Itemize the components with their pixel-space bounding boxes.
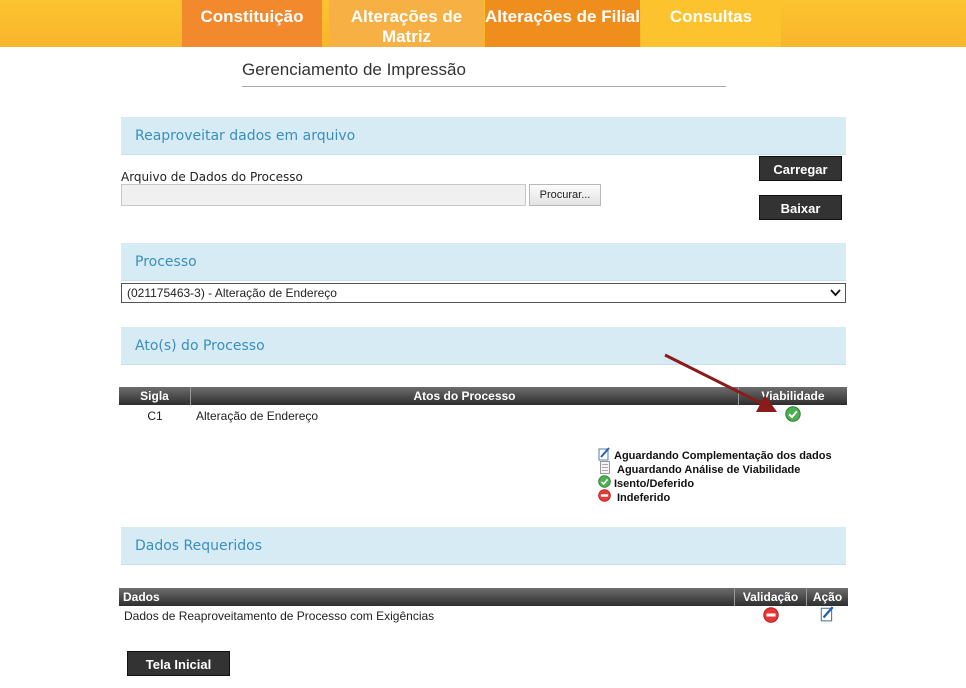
chevron-down-icon xyxy=(830,289,841,297)
minus-circle-icon xyxy=(598,489,611,502)
download-button[interactable]: Baixar xyxy=(759,195,842,220)
file-path-input[interactable] xyxy=(121,184,526,206)
minus-circle-icon xyxy=(763,607,779,623)
act-name: Alteração de Endereço xyxy=(196,409,319,423)
legend-label-indeferido: Indeferido xyxy=(617,492,671,504)
home-button[interactable]: Tela Inicial xyxy=(127,651,230,676)
legend-label-complementacao: Aguardando Complementação dos dados xyxy=(614,450,832,462)
browse-button[interactable]: Procurar... xyxy=(529,184,601,206)
tab-alteracoes-filial[interactable]: Alterações de Filial xyxy=(485,0,640,47)
col-header-acao: Ação xyxy=(807,588,848,606)
load-button[interactable]: Carregar xyxy=(759,156,842,181)
process-select[interactable]: (021175463-3) - Alteração de Endereço xyxy=(121,283,846,303)
tab-consultas[interactable]: Consultas xyxy=(641,0,781,47)
edit-document-icon[interactable] xyxy=(820,606,834,622)
legend-label-analise: Aguardando Análise de Viabilidade xyxy=(617,464,801,476)
section-header-reuse: Reaproveitar dados em arquivo xyxy=(121,117,846,155)
col-header-dados: Dados xyxy=(119,588,735,606)
process-select-value: (021175463-3) - Alteração de Endereço xyxy=(127,286,337,300)
tab-constituicao[interactable]: Constituição xyxy=(182,0,322,47)
annotation-arrow xyxy=(664,353,777,412)
col-header-validacao: Validação xyxy=(735,588,807,606)
required-row-label: Dados de Reaproveitamento de Processo co… xyxy=(124,609,435,623)
tab-alteracoes-matriz[interactable]: Alterações de Matriz xyxy=(329,0,484,47)
section-header-process: Processo xyxy=(121,243,846,281)
check-circle-icon xyxy=(598,475,611,488)
act-sigla: C1 xyxy=(147,409,163,423)
edit-document-icon xyxy=(598,447,610,461)
legend-label-isento: Isento/Deferido xyxy=(614,478,695,490)
col-header-atos: Atos do Processo xyxy=(191,387,739,405)
page-title: Gerenciamento de Impressão xyxy=(242,60,726,87)
check-circle-icon[interactable] xyxy=(785,406,801,422)
section-header-required: Dados Requeridos xyxy=(121,527,846,565)
document-pending-icon xyxy=(600,461,610,474)
file-label: Arquivo de Dados do Processo xyxy=(121,170,303,184)
col-header-sigla: Sigla xyxy=(119,387,191,405)
